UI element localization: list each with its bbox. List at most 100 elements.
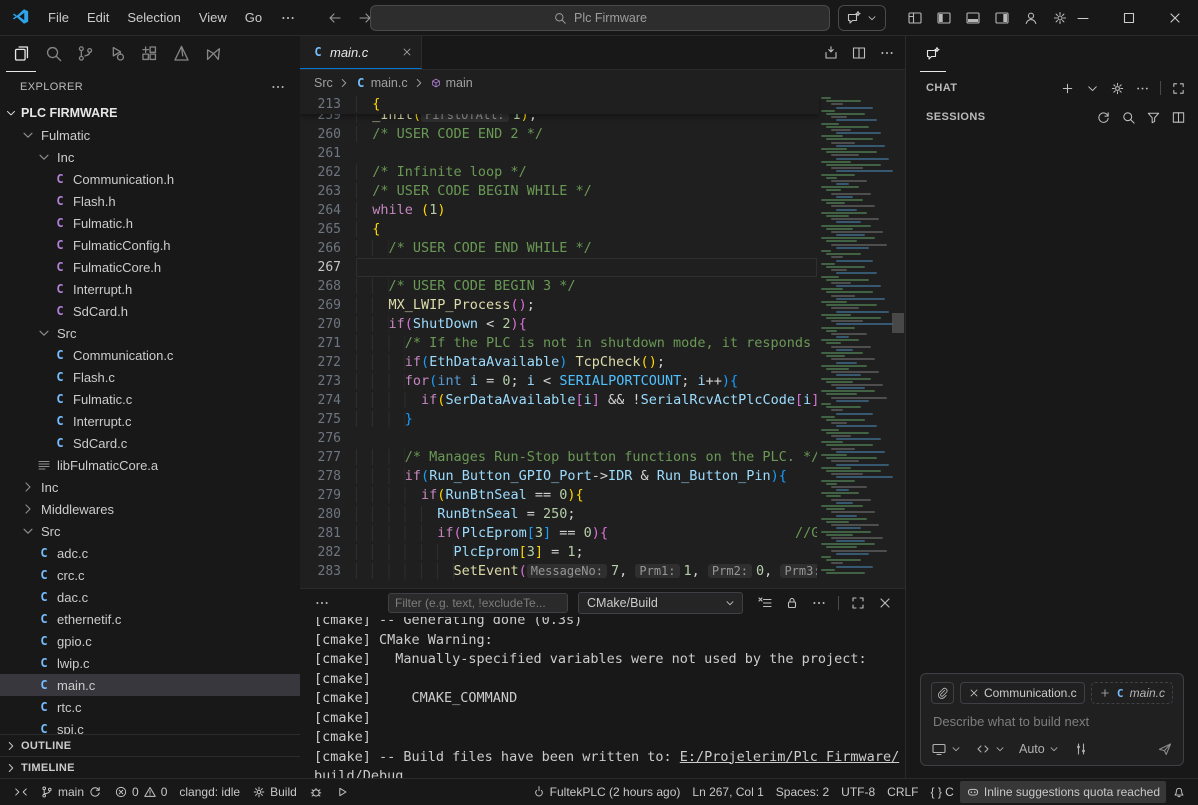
line-number[interactable]: 265 xyxy=(300,220,356,239)
tab-main-c[interactable]: C main.c xyxy=(300,36,422,69)
tree-item-sdcard-c[interactable]: CSdCard.c xyxy=(0,432,300,454)
activity-search[interactable] xyxy=(38,36,68,72)
chevron-down-icon[interactable] xyxy=(1085,81,1100,96)
timeline-header[interactable]: TIMELINE xyxy=(0,756,300,778)
code-line-213[interactable]: 213 { xyxy=(300,95,468,114)
maximize-window-icon[interactable] xyxy=(1106,0,1152,36)
line-number[interactable]: 274 xyxy=(300,391,356,410)
output-link[interactable]: build/Debug xyxy=(314,768,403,778)
command-center[interactable]: Plc Firmware xyxy=(370,5,830,31)
fullscreen-icon[interactable] xyxy=(850,595,866,611)
line-number[interactable]: 272 xyxy=(300,353,356,372)
line-number[interactable]: 277 xyxy=(300,448,356,467)
panel-overflow-icon[interactable] xyxy=(314,595,330,611)
output-source-select[interactable]: CMake/Build xyxy=(578,592,743,614)
output-link[interactable]: E:/Projelerim/Plc Firmware/ xyxy=(680,749,899,765)
chat-control-code-tags[interactable] xyxy=(975,741,1006,757)
tree-item-src[interactable]: Src xyxy=(0,322,300,344)
split-editor-icon[interactable] xyxy=(851,45,867,61)
tree-item-fulmaticconfig-h[interactable]: CFulmaticConfig.h xyxy=(0,234,300,256)
status-cmake-launch[interactable] xyxy=(329,781,355,803)
status-cursor-position[interactable]: Ln 267, Col 1 xyxy=(686,781,769,803)
flash-download-icon[interactable] xyxy=(823,45,839,61)
editor-scrollbar[interactable] xyxy=(891,95,905,588)
code-line-272[interactable]: 272 if(EthDataAvailable) TcpCheck(); xyxy=(300,353,905,372)
output-console[interactable]: [cmake] -- Generating done (0.3s)[cmake]… xyxy=(300,611,905,778)
toggle-panel-icon[interactable] xyxy=(963,8,983,28)
tree-item-fulmaticcore-h[interactable]: CFulmaticCore.h xyxy=(0,256,300,278)
code-line-265[interactable]: 265 { xyxy=(300,220,905,239)
line-number[interactable]: 283 xyxy=(300,562,356,581)
scrollbar-thumb[interactable] xyxy=(892,313,904,333)
account-icon[interactable] xyxy=(1021,8,1041,28)
line-number[interactable]: 276 xyxy=(300,429,356,448)
output-filter-input[interactable] xyxy=(388,593,568,613)
status-eol[interactable]: CRLF xyxy=(881,781,924,803)
code-line-270[interactable]: 270 if(ShutDown < 2){ xyxy=(300,315,905,334)
code-line-283[interactable]: 283 SetEvent(MessageNo:7, Prm1:1, Prm2:0… xyxy=(300,562,905,581)
code-line-276[interactable]: 276 xyxy=(300,429,905,448)
activity-cmake[interactable] xyxy=(166,36,196,72)
settings-gear-icon[interactable] xyxy=(1110,81,1125,96)
send-icon[interactable] xyxy=(1157,741,1173,757)
status-notifications[interactable] xyxy=(1166,781,1192,803)
tree-item-adc-c[interactable]: Cadc.c xyxy=(0,542,300,564)
status-language-mode[interactable]: { } C xyxy=(925,781,960,803)
line-number[interactable]: 261 xyxy=(300,144,356,163)
line-number[interactable]: 278 xyxy=(300,467,356,486)
tree-item-main-c[interactable]: Cmain.c xyxy=(0,674,300,696)
chat-control-auto[interactable]: Auto xyxy=(1019,742,1060,756)
chat-input-box[interactable]: Communication.c C main.c Describe what t… xyxy=(920,673,1184,766)
minimize-icon[interactable] xyxy=(1060,0,1106,36)
line-number[interactable]: 269 xyxy=(300,296,356,315)
split-editor-icon[interactable] xyxy=(1171,110,1186,125)
tree-item-fulmatic[interactable]: Fulmatic xyxy=(0,124,300,146)
code-editor[interactable]: 259 _Init(FirstOfAll:1);260 /* USER CODE… xyxy=(300,95,905,588)
code-line-273[interactable]: 273 for(int i = 0; i < SERIALPORTCOUNT; … xyxy=(300,372,905,391)
line-number[interactable]: 263 xyxy=(300,182,356,201)
line-number[interactable]: 271 xyxy=(300,334,356,353)
menu-selection[interactable]: Selection xyxy=(118,6,189,29)
line-number[interactable]: 264 xyxy=(300,201,356,220)
ellipsis-icon[interactable] xyxy=(811,595,827,611)
line-number[interactable]: 270 xyxy=(300,315,356,334)
tab-close-icon[interactable] xyxy=(401,46,413,58)
breadcrumb-src[interactable]: Src xyxy=(314,76,333,90)
tree-item-middlewares[interactable]: Middlewares xyxy=(0,498,300,520)
tree-item-ethernetif-c[interactable]: Cethernetif.c xyxy=(0,608,300,630)
menu-view[interactable]: View xyxy=(190,6,236,29)
tree-item-crc-c[interactable]: Ccrc.c xyxy=(0,564,300,586)
line-number[interactable]: 275 xyxy=(300,410,356,429)
tree-item-flash-h[interactable]: CFlash.h xyxy=(0,190,300,212)
clear-output-icon[interactable] xyxy=(757,595,773,611)
attach-context-button[interactable] xyxy=(931,682,954,704)
code-line-279[interactable]: 279 if(RunBtnSeal == 0){ xyxy=(300,486,905,505)
remove-context-icon[interactable] xyxy=(968,687,980,699)
plus-icon[interactable] xyxy=(1060,81,1075,96)
line-number[interactable]: 267 xyxy=(300,258,356,277)
customize-layout-icon[interactable] xyxy=(905,8,925,28)
search-icon[interactable] xyxy=(1121,110,1136,125)
line-number[interactable]: 279 xyxy=(300,486,356,505)
status-problems[interactable]: 00 xyxy=(108,781,173,803)
close-icon[interactable] xyxy=(1152,0,1198,36)
chat-input-placeholder[interactable]: Describe what to build next xyxy=(931,712,1173,733)
code-line-278[interactable]: 278 if(Run_Button_GPIO_Port->IDR & Run_B… xyxy=(300,467,905,486)
menu-file[interactable]: File xyxy=(39,6,78,29)
tree-item-src[interactable]: Src xyxy=(0,520,300,542)
ellipsis-icon[interactable] xyxy=(271,6,305,30)
line-number[interactable]: 262 xyxy=(300,163,356,182)
tree-item-flash-c[interactable]: CFlash.c xyxy=(0,366,300,388)
status-indentation[interactable]: Spaces: 2 xyxy=(770,781,835,803)
tree-item-gpio-c[interactable]: Cgpio.c xyxy=(0,630,300,652)
status-copilot-status[interactable]: Inline suggestions quota reached xyxy=(960,781,1166,803)
tree-item-inc[interactable]: Inc xyxy=(0,476,300,498)
tree-item-communication-h[interactable]: CCommunication.h xyxy=(0,168,300,190)
tree-item-interrupt-c[interactable]: CInterrupt.c xyxy=(0,410,300,432)
breadcrumb-main[interactable]: main xyxy=(430,76,473,90)
code-line-282[interactable]: 282 PlcEprom[3] = 1; xyxy=(300,543,905,562)
code-line-281[interactable]: 281 if(PlcEprom[3] == 0){ //G xyxy=(300,524,905,543)
tree-item-inc[interactable]: Inc xyxy=(0,146,300,168)
toggle-secondary-sidebar-icon[interactable] xyxy=(992,8,1012,28)
status-branch[interactable]: main xyxy=(34,781,108,803)
